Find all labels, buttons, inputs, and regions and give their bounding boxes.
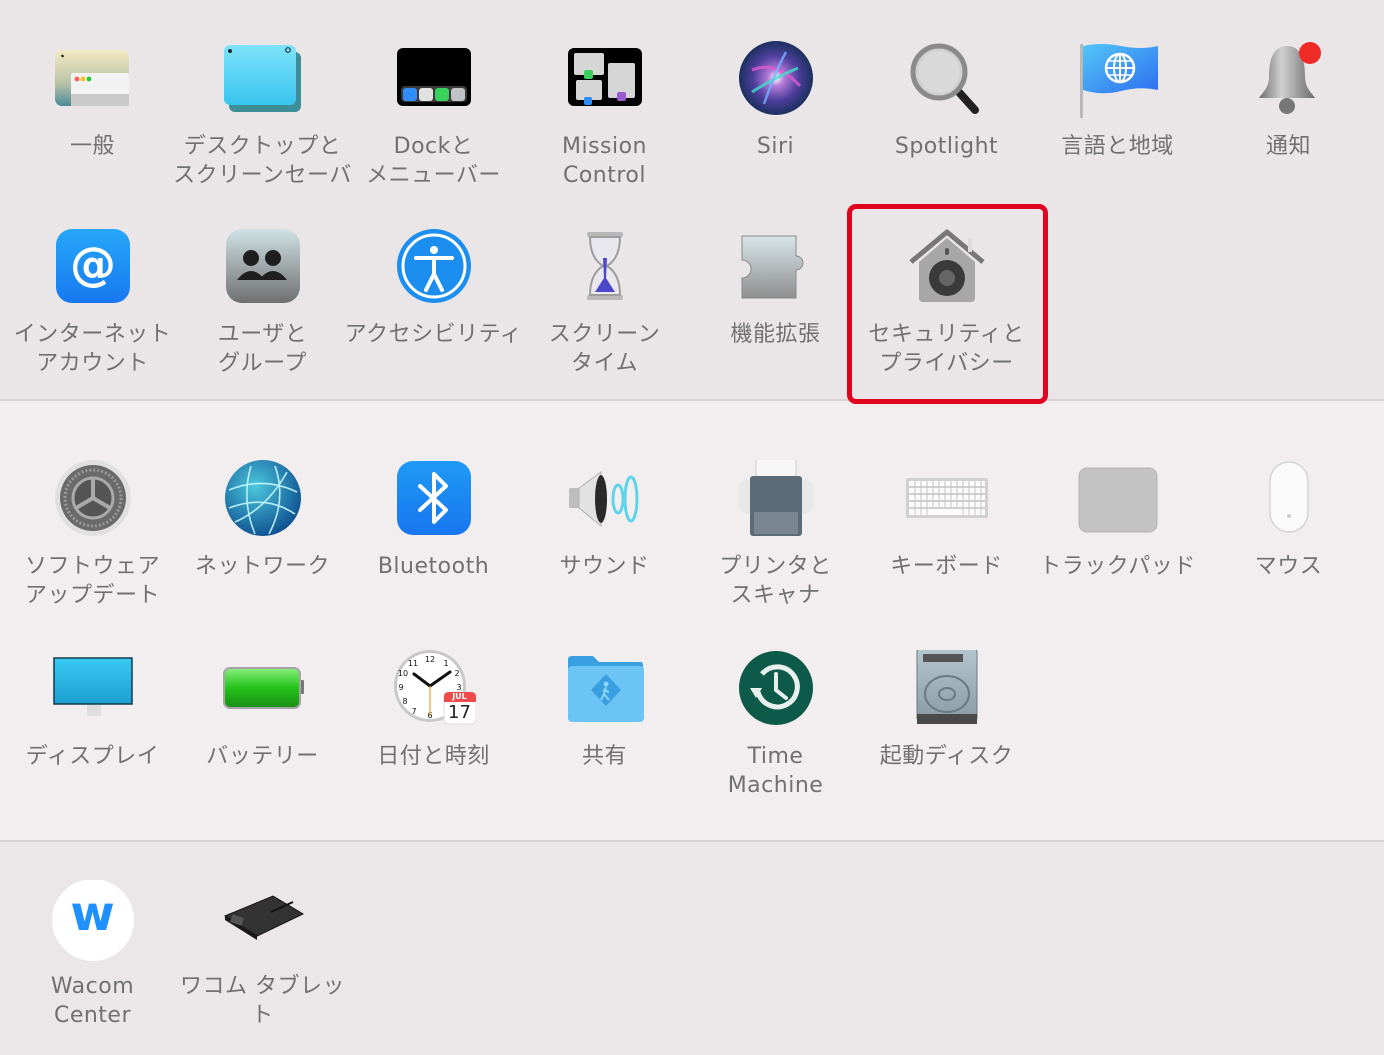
spotlight-icon <box>910 43 979 114</box>
pane-label: 起動ディスク <box>879 744 1014 769</box>
svg-text:10: 10 <box>397 669 407 678</box>
pane-label: セキュリティと プライバシー <box>868 322 1025 376</box>
pane-label: アクセシビリティ <box>344 322 523 347</box>
svg-text:3: 3 <box>456 683 461 692</box>
time-machine-icon <box>738 651 813 725</box>
battery-icon <box>222 667 304 709</box>
svg-text:12: 12 <box>424 655 434 664</box>
pane-label: 日付と時刻 <box>377 744 490 769</box>
bluetooth-icon <box>396 461 471 535</box>
mission-control-icon <box>567 48 642 106</box>
pane-label: 共有 <box>581 744 627 769</box>
printers-scanners-icon <box>737 460 814 536</box>
svg-text:7: 7 <box>411 707 416 716</box>
sound-icon <box>568 471 638 528</box>
dock-menubar-icon <box>396 48 471 106</box>
security-privacy-icon <box>908 229 985 302</box>
pane-label: インターネット アカウント <box>13 322 172 376</box>
pane-label: Mission Control <box>561 134 648 188</box>
pane-label: Wacom Center <box>50 974 135 1028</box>
pane-label: Bluetooth <box>377 554 490 579</box>
mouse-icon <box>1268 461 1309 533</box>
pane-label: ディスプレイ <box>25 744 160 769</box>
startup-disk-icon <box>916 650 977 724</box>
pane-label: 言語と地域 <box>1061 134 1174 159</box>
svg-text:2: 2 <box>454 669 459 678</box>
trackpad-icon <box>1078 467 1157 533</box>
svg-text:1: 1 <box>443 659 448 668</box>
displays-icon <box>52 657 133 716</box>
pane-label: Siri <box>756 134 795 159</box>
pane-label: ユーザと グループ <box>217 322 308 376</box>
svg-text:11: 11 <box>407 659 417 668</box>
pane-label: Time Machine <box>727 744 824 798</box>
pane-label: プリンタと スキャナ <box>719 554 832 608</box>
wacom-glyph: w <box>70 886 115 942</box>
keyboard-icon <box>905 478 988 518</box>
pane-label: サウンド <box>559 554 650 579</box>
software-update-icon <box>54 460 131 536</box>
wacom-tablet-icon <box>223 895 304 940</box>
pane-label: トラックパッド <box>1039 554 1196 579</box>
extensions-icon <box>741 235 803 299</box>
notifications-icon <box>1258 42 1321 114</box>
pane-label: 機能拡張 <box>730 322 821 347</box>
svg-text:8: 8 <box>402 697 407 706</box>
pane-label: Dockと メニューバー <box>366 134 501 188</box>
internet-accounts-icon: @ <box>55 229 130 303</box>
svg-text:9: 9 <box>398 683 403 692</box>
network-icon <box>224 460 301 536</box>
pane-label: Spotlight <box>894 134 999 159</box>
pane-label: 一般 <box>69 134 115 159</box>
pane-label: スクリーン タイム <box>548 322 661 376</box>
pane-label: ネットワーク <box>194 554 330 579</box>
desktop-screensaver-icon <box>223 45 301 112</box>
pane-label: デスクトップと スクリーンセーバ <box>173 134 352 188</box>
screen-time-icon <box>586 232 623 300</box>
pane-label: マウス <box>1254 554 1323 579</box>
pane-label: キーボード <box>890 554 1003 579</box>
users-groups-icon <box>225 229 300 303</box>
svg-text:@: @ <box>70 237 116 291</box>
pane-label: バッテリー <box>206 744 319 769</box>
language-region-icon <box>1079 44 1158 118</box>
pane-label: ワコム タブレット <box>180 974 345 1028</box>
sharing-icon <box>567 656 644 722</box>
pane-label: ソフトウェア アップデート <box>24 554 160 608</box>
siri-icon <box>738 41 813 115</box>
accessibility-icon <box>396 229 471 303</box>
pane-label: 通知 <box>1265 134 1311 159</box>
date-time-icon: 1212391011876 <box>393 650 476 725</box>
general-icon <box>54 50 129 106</box>
